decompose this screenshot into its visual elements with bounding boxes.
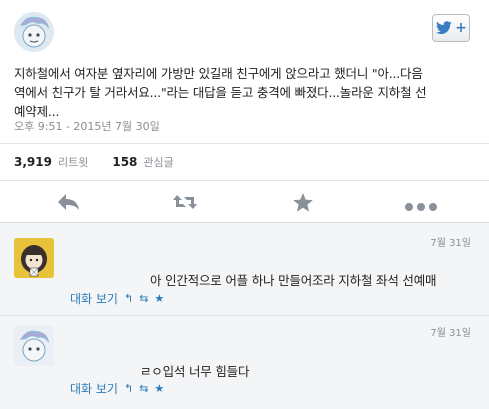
more-button[interactable] xyxy=(404,197,438,216)
follow-button[interactable]: + xyxy=(432,14,470,42)
reply-icon[interactable]: ↰ xyxy=(124,292,133,305)
tweet-text-line: 지하철에서 여자분 옆자리에 가방만 있길래 친구에게 앉으라고 했더니 "아.… xyxy=(14,66,423,81)
avatar-image xyxy=(14,12,54,52)
retweet-icon xyxy=(173,195,197,209)
tweet-actions xyxy=(0,184,489,220)
tweet-text-line: 역에서 친구가 탈 거라서요..."라는 대답을 듣고 충격에 빠졌다...놀라… xyxy=(14,85,427,100)
tweet-stats: 3,919 리트윗 158 관심글 xyxy=(14,154,174,170)
reply-button[interactable] xyxy=(56,192,80,216)
main-tweet: + 지하철에서 여자분 옆자리에 가방만 있길래 친구에게 앉으라고 했더니 "… xyxy=(0,0,489,163)
avatar-image xyxy=(14,326,54,366)
star-icon xyxy=(293,193,313,212)
more-dots-icon xyxy=(405,203,437,211)
divider xyxy=(0,143,489,144)
retweet-label[interactable]: 리트윗 xyxy=(58,154,88,170)
divider xyxy=(0,222,489,223)
star-icon[interactable]: ★ xyxy=(154,382,164,395)
tweet-text: 지하철에서 여자분 옆자리에 가방만 있길래 친구에게 앉으라고 했더니 "아.… xyxy=(14,64,474,121)
divider xyxy=(0,180,489,181)
star-icon[interactable]: ★ xyxy=(154,292,164,305)
reply-footer: 대화 보기 ↰ ⇆ ★ xyxy=(70,290,164,307)
view-conversation-link[interactable]: 대화 보기 xyxy=(70,290,118,307)
tweet-timestamp[interactable]: 오후 9:51 - 2015년 7월 30일 xyxy=(14,118,160,134)
favorite-label[interactable]: 관심글 xyxy=(143,154,173,170)
twitter-bird-icon xyxy=(436,21,452,35)
reply-item: 7월 31일 ㄹㅇ입석 너무 힘들다 대화 보기 ↰ ⇆ ★ xyxy=(0,316,489,409)
retweet-icon[interactable]: ⇆ xyxy=(139,292,148,305)
favorite-count[interactable]: 158 xyxy=(112,155,137,169)
reply-date[interactable]: 7월 31일 xyxy=(430,324,471,339)
favorite-button[interactable] xyxy=(292,192,314,217)
avatar[interactable] xyxy=(14,12,54,52)
avatar[interactable] xyxy=(14,238,54,278)
plus-icon: + xyxy=(455,20,467,36)
reply-item: 7월 31일 아 인간적으로 어플 하나 만들어조라 지하철 좌석 선예매 대화… xyxy=(0,228,489,314)
reply-arrow-icon xyxy=(58,194,79,210)
reply-text: ㄹㅇ입석 너무 힘들다 xyxy=(140,364,250,379)
retweet-count[interactable]: 3,919 xyxy=(14,155,52,169)
view-conversation-link[interactable]: 대화 보기 xyxy=(70,380,118,397)
reply-icon[interactable]: ↰ xyxy=(124,382,133,395)
retweet-icon[interactable]: ⇆ xyxy=(139,382,148,395)
reply-text: 아 인간적으로 어플 하나 만들어조라 지하철 좌석 선예매 xyxy=(150,273,437,288)
reply-footer: 대화 보기 ↰ ⇆ ★ xyxy=(70,380,164,397)
retweet-button[interactable] xyxy=(172,192,198,216)
reply-date[interactable]: 7월 31일 xyxy=(430,234,471,249)
avatar[interactable] xyxy=(14,326,54,366)
avatar-image xyxy=(14,238,54,278)
